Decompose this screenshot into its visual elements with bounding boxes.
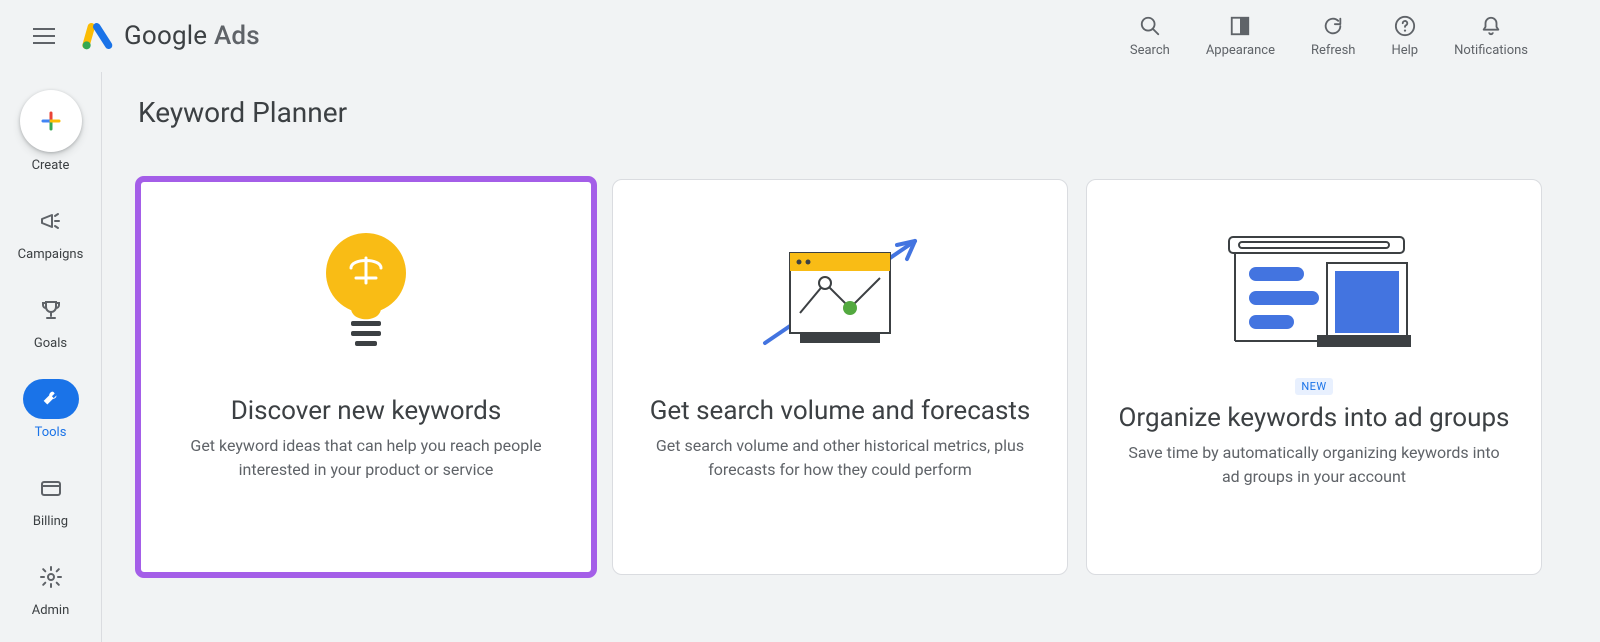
hamburger-icon [33, 28, 55, 44]
gear-icon [39, 565, 63, 589]
billing-label: Billing [33, 514, 68, 529]
refresh-label: Refresh [1311, 43, 1355, 58]
product-logo[interactable]: Google Ads [82, 20, 260, 52]
help-label: Help [1391, 43, 1418, 58]
megaphone-icon [39, 209, 63, 233]
refresh-button[interactable]: Refresh [1311, 15, 1355, 58]
lightbulb-illustration [311, 218, 421, 368]
planner-cards: Discover new keywords Get keyword ideas … [138, 179, 1564, 575]
nav-tools[interactable]: Tools [23, 379, 79, 440]
appearance-button[interactable]: Appearance [1206, 15, 1275, 58]
search-volume-card[interactable]: Get search volume and forecasts Get sear… [612, 179, 1068, 575]
refresh-icon [1322, 15, 1344, 37]
nav-billing[interactable]: Billing [23, 468, 79, 529]
volume-card-title: Get search volume and forecasts [650, 396, 1031, 426]
discover-new-keywords-card[interactable]: Discover new keywords Get keyword ideas … [138, 179, 594, 575]
google-ads-logo-icon [82, 20, 114, 52]
campaigns-label: Campaigns [18, 247, 84, 262]
app-header: Google Ads Search Appearance Refresh [0, 0, 1600, 72]
discover-card-desc: Get keyword ideas that can help you reac… [176, 434, 556, 482]
appearance-icon [1229, 15, 1251, 37]
help-icon [1394, 15, 1416, 37]
left-nav: Create Campaigns Goals [0, 72, 102, 642]
search-label: Search [1130, 43, 1170, 58]
organize-card-desc: Save time by automatically organizing ke… [1124, 441, 1504, 489]
nav-campaigns[interactable]: Campaigns [18, 201, 84, 262]
discover-card-title: Discover new keywords [231, 396, 502, 426]
page-title: Keyword Planner [138, 96, 1564, 129]
tools-label: Tools [35, 425, 67, 440]
main-content: Keyword Planner Discover new keywords Ge… [102, 72, 1600, 642]
brand-text: Google Ads [124, 21, 260, 51]
help-button[interactable]: Help [1391, 15, 1418, 58]
search-button[interactable]: Search [1130, 15, 1170, 58]
main-menu-button[interactable] [20, 12, 68, 60]
trophy-icon [39, 298, 63, 322]
organize-card-title: Organize keywords into ad groups [1119, 403, 1510, 433]
header-actions: Search Appearance Refresh Help Notificat… [1130, 15, 1528, 58]
nav-admin[interactable]: Admin [23, 557, 79, 618]
nav-goals[interactable]: Goals [23, 290, 79, 351]
plus-icon [39, 109, 63, 133]
notifications-button[interactable]: Notifications [1454, 15, 1528, 58]
create-label: Create [32, 158, 70, 173]
chart-arrow-illustration [745, 218, 935, 368]
card-icon [39, 476, 63, 500]
goals-label: Goals [34, 336, 67, 351]
organize-illustration [1209, 218, 1419, 368]
volume-card-desc: Get search volume and other historical m… [650, 434, 1030, 482]
search-icon [1139, 15, 1161, 37]
appearance-label: Appearance [1206, 43, 1275, 58]
notifications-label: Notifications [1454, 43, 1528, 58]
create-button[interactable]: Create [20, 90, 82, 173]
bell-icon [1480, 15, 1502, 37]
new-badge: NEW [1295, 378, 1332, 395]
tools-icon [40, 388, 62, 410]
organize-keywords-card[interactable]: NEW Organize keywords into ad groups Sav… [1086, 179, 1542, 575]
admin-label: Admin [32, 603, 70, 618]
